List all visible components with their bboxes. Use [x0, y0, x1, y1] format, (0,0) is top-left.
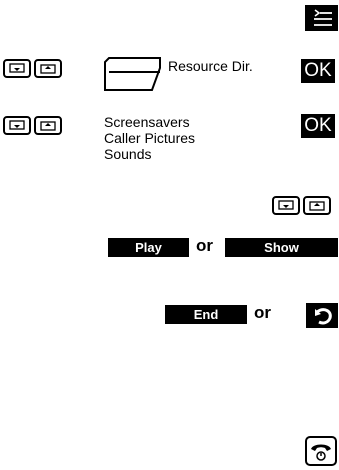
nav-down-key[interactable]: [3, 116, 31, 135]
play-softkey[interactable]: Play: [108, 238, 189, 257]
nav-up-key-icon: [309, 201, 325, 211]
ok-label: OK: [304, 60, 332, 81]
or-separator: or: [254, 303, 271, 322]
folder-icon: [104, 57, 161, 91]
end-softkey[interactable]: End: [165, 305, 247, 324]
ok-label: OK: [304, 115, 332, 136]
nav-down-key-icon: [278, 200, 294, 210]
show-softkey[interactable]: Show: [225, 238, 338, 257]
resource-dir-display: Resource Dir.: [104, 56, 284, 96]
nav-up-key-icon: [40, 64, 56, 74]
nav-up-key-icon: [40, 121, 56, 131]
nav-up-key[interactable]: [34, 116, 62, 135]
list-item[interactable]: Caller Pictures: [104, 130, 284, 146]
nav-down-key[interactable]: [3, 59, 31, 78]
back-arrow-icon: [315, 308, 332, 325]
resource-list-display: Screensavers Caller Pictures Sounds: [104, 114, 284, 168]
list-item[interactable]: Sounds: [104, 146, 284, 162]
nav-down-key[interactable]: [272, 196, 300, 215]
back-key[interactable]: [306, 303, 338, 328]
end-call-key[interactable]: [305, 436, 337, 466]
nav-down-key-icon: [9, 120, 25, 130]
nav-up-key[interactable]: [34, 59, 62, 78]
or-separator: or: [196, 236, 213, 255]
menu-key[interactable]: [305, 5, 338, 31]
resource-dir-label: Resource Dir.: [168, 58, 253, 74]
ok-key-2[interactable]: OK: [301, 114, 335, 138]
menu-list-icon: [314, 9, 332, 26]
list-item[interactable]: Screensavers: [104, 114, 284, 130]
end-label: End: [193, 307, 219, 322]
ok-key-1[interactable]: OK: [301, 59, 335, 83]
play-label: Play: [135, 240, 162, 255]
show-label: Show: [264, 240, 299, 255]
nav-up-key[interactable]: [303, 196, 331, 215]
end-call-handset-icon: [311, 444, 331, 461]
nav-down-key-icon: [9, 63, 25, 73]
